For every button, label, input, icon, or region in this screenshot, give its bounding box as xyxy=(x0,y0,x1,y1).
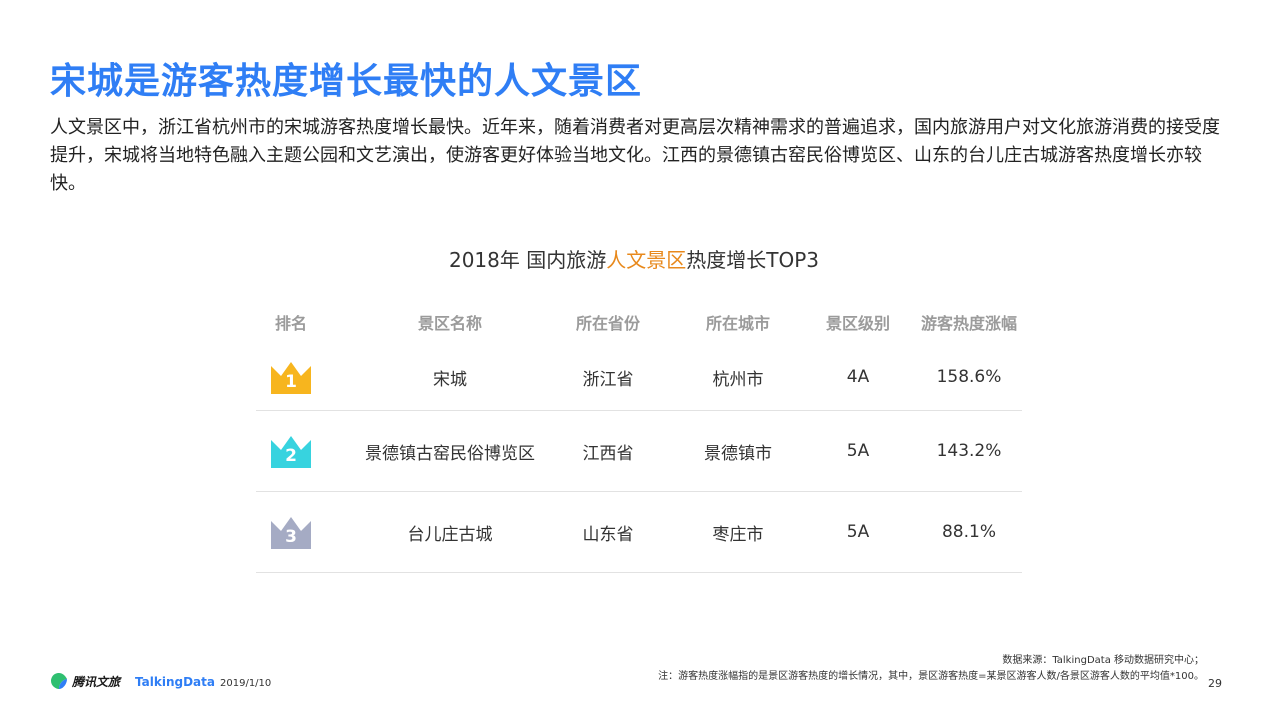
header-province: 所在省份 xyxy=(575,314,640,333)
table-row: 2 景德镇古窑民俗博览区 江西省 景德镇市 5A 143.2% xyxy=(256,411,1022,492)
rank-number: 2 xyxy=(285,446,297,466)
ranking-table: 排名 景区名称 所在省份 所在城市 景区级别 游客热度涨幅 1 宋城 浙江省 杭… xyxy=(256,300,1022,573)
cell-level: 5A xyxy=(846,522,870,542)
cell-growth: 143.2% xyxy=(936,441,1002,461)
cell-name: 景德镇古窑民俗博览区 xyxy=(365,443,535,464)
rank-number: 1 xyxy=(285,372,297,392)
cell-level: 4A xyxy=(846,367,870,387)
table-row: 3 台儿庄古城 山东省 枣庄市 5A 88.1% xyxy=(256,492,1022,573)
intro-paragraph: 人文景区中，浙江省杭州市的宋城游客热度增长最快。近年来，随着消费者对更高层次精神… xyxy=(50,117,1220,194)
header-growth: 游客热度涨幅 xyxy=(920,314,1017,333)
table-header-row: 排名 景区名称 所在省份 所在城市 景区级别 游客热度涨幅 xyxy=(256,300,1022,344)
cell-name: 宋城 xyxy=(433,369,467,390)
cell-city: 景德镇市 xyxy=(704,443,772,464)
crown-icon: 1 xyxy=(270,360,312,394)
table-title-highlight: 人文景区 xyxy=(606,248,687,272)
brand-tencent: 腾讯文旅 xyxy=(72,674,121,689)
table-row: 1 宋城 浙江省 杭州市 4A 158.6% xyxy=(256,344,1022,411)
header-level: 景区级别 xyxy=(825,314,890,333)
data-source: 数据来源：TalkingData 移动数据研究中心； xyxy=(1002,655,1204,666)
header-name: 景区名称 xyxy=(417,314,482,333)
table-title-prefix: 2018年 国内旅游 xyxy=(448,248,607,272)
page-title: 宋城是游客热度增长最快的人文景区 xyxy=(50,61,643,102)
table-title: 2018年 国内旅游人文景区热度增长TOP3 xyxy=(0,244,1268,273)
footnote: 注：游客热度涨幅指的是景区游客热度的增长情况，其中，景区游客热度=某景区游客人数… xyxy=(658,671,1204,682)
table-title-suffix: 热度增长TOP3 xyxy=(686,248,819,272)
page-number: 29 xyxy=(1208,677,1222,690)
cell-level: 5A xyxy=(846,441,870,461)
talkingdata-logo: TalkingData xyxy=(135,675,215,689)
crown-icon: 2 xyxy=(270,434,312,468)
cell-growth: 88.1% xyxy=(941,522,996,542)
tencent-travel-logo: 腾讯文旅 xyxy=(50,672,120,690)
footer-notes: 数据来源：TalkingData 移动数据研究中心； 注：游客热度涨幅指的是景区… xyxy=(658,653,1204,685)
footer-date: 2019/1/10 xyxy=(220,678,272,689)
cell-city: 枣庄市 xyxy=(712,524,764,545)
crown-icon: 3 xyxy=(270,515,312,549)
header-city: 所在城市 xyxy=(705,314,770,333)
cell-name: 台儿庄古城 xyxy=(407,524,493,545)
header-rank: 排名 xyxy=(274,314,307,333)
leaf-icon xyxy=(51,673,67,689)
cell-city: 杭州市 xyxy=(712,369,764,390)
rank-number: 3 xyxy=(285,527,297,547)
slide: 宋城是游客热度增长最快的人文景区 人文景区中，浙江省杭州市的宋城游客热度增长最快… xyxy=(0,0,1268,714)
cell-province: 浙江省 xyxy=(582,369,634,390)
cell-province: 江西省 xyxy=(582,443,634,464)
cell-growth: 158.6% xyxy=(936,367,1002,387)
cell-province: 山东省 xyxy=(582,524,634,545)
